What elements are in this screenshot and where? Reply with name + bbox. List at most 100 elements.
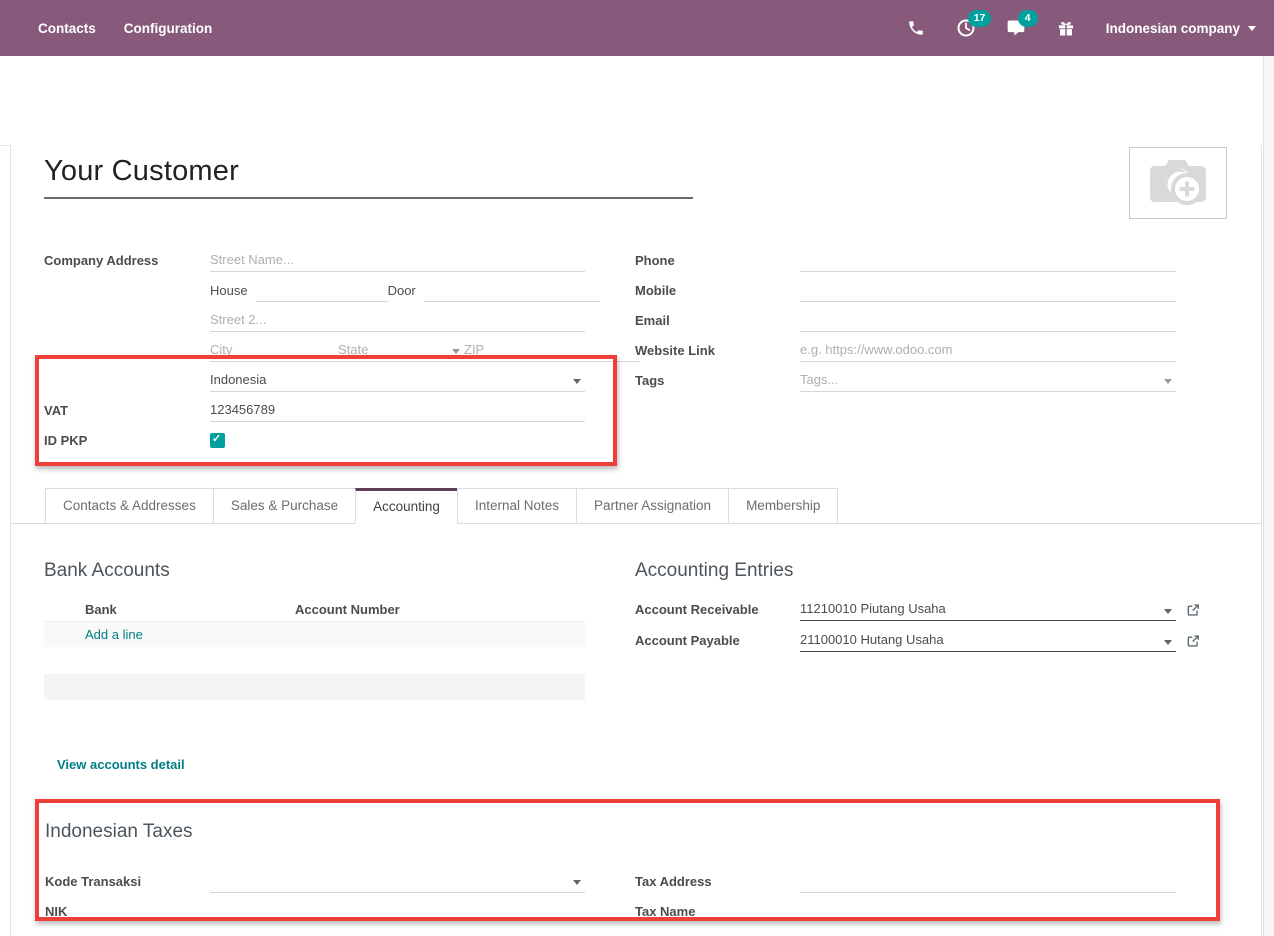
nav-menu: Contacts Configuration <box>0 21 212 36</box>
house-label: House <box>210 283 248 298</box>
menu-contacts[interactable]: Contacts <box>38 21 96 36</box>
account-payable-label: Account Payable <box>635 633 800 648</box>
column-account-number: Account Number <box>295 602 400 617</box>
kode-transaksi-row: Kode Transaksi <box>45 866 585 896</box>
taxes-left-column: Kode Transaksi NIK <box>45 866 585 926</box>
state-input[interactable] <box>338 339 530 362</box>
scrollbar[interactable] <box>1263 56 1274 936</box>
kode-transaksi-input[interactable] <box>210 870 585 893</box>
door-input[interactable] <box>424 279 600 302</box>
account-receivable-input[interactable] <box>800 598 1176 621</box>
accounting-entries-heading: Accounting Entries <box>635 560 1215 582</box>
message-count-badge: 4 <box>1018 10 1038 27</box>
id-pkp-checkbox[interactable] <box>210 433 225 448</box>
external-link-icon[interactable] <box>1186 634 1200 648</box>
add-line-link[interactable]: Add a line <box>85 627 143 642</box>
door-label: Door <box>388 283 416 298</box>
empty-table-band <box>44 674 585 700</box>
column-bank: Bank <box>85 602 295 617</box>
top-navbar: Contacts Configuration 17 4 <box>0 0 1274 56</box>
tax-address-label: Tax Address <box>635 874 800 889</box>
tab-membership[interactable]: Membership <box>728 488 838 524</box>
chevron-down-icon[interactable] <box>573 880 581 885</box>
partner-name-field[interactable]: Your Customer <box>44 155 693 199</box>
account-payable-select[interactable] <box>800 629 1176 652</box>
accounting-entries-section: Accounting Entries Account Receivable Ac… <box>635 560 1215 656</box>
email-label: Email <box>635 313 800 328</box>
tags-select[interactable] <box>800 369 1176 392</box>
account-receivable-select[interactable] <box>800 598 1176 621</box>
chevron-down-icon[interactable] <box>1164 640 1172 645</box>
view-accounts-detail-link[interactable]: View accounts detail <box>57 757 185 772</box>
country-select[interactable] <box>210 369 585 392</box>
nik-row: NIK <box>45 896 585 926</box>
website-input[interactable] <box>800 339 1176 362</box>
tax-address-row: Tax Address <box>635 866 1176 896</box>
kode-transaksi-select[interactable] <box>210 870 585 893</box>
bank-table-header: Bank Account Number <box>44 598 585 622</box>
chevron-down-icon[interactable] <box>1164 609 1172 614</box>
tab-contacts-addresses[interactable]: Contacts & Addresses <box>45 488 214 524</box>
vat-label: VAT <box>44 403 210 418</box>
house-input[interactable] <box>256 279 388 302</box>
tab-internal-notes[interactable]: Internal Notes <box>457 488 577 524</box>
street2-input[interactable] <box>210 309 585 332</box>
id-pkp-label: ID PKP <box>44 433 210 448</box>
account-receivable-label: Account Receivable <box>635 602 800 617</box>
city-state-zip-row <box>44 335 585 365</box>
tags-input[interactable] <box>800 369 1176 392</box>
contact-info-column: Phone Mobile Email Website Link Tags <box>635 245 1176 395</box>
tax-name-label: Tax Name <box>635 904 800 919</box>
country-input[interactable] <box>210 369 585 392</box>
chevron-down-icon[interactable] <box>573 379 581 384</box>
bank-accounts-table: Bank Account Number Add a line <box>44 598 585 700</box>
phone-icon[interactable] <box>906 18 926 38</box>
nik-label: NIK <box>45 904 210 919</box>
email-input[interactable] <box>800 309 1176 332</box>
id-pkp-row: ID PKP <box>44 425 585 455</box>
tax-address-input[interactable] <box>800 870 1176 893</box>
taxes-right-column: Tax Address Tax Name <box>635 866 1176 926</box>
add-line-row: Add a line <box>44 622 585 647</box>
account-payable-row: Account Payable <box>635 625 1215 656</box>
mobile-row: Mobile <box>635 275 1176 305</box>
chevron-down-icon[interactable] <box>1164 379 1172 384</box>
website-row: Website Link <box>635 335 1176 365</box>
bank-accounts-section: Bank Accounts Bank Account Number Add a … <box>44 560 585 700</box>
tags-label: Tags <box>635 373 800 388</box>
external-link-icon[interactable] <box>1186 603 1200 617</box>
kode-transaksi-label: Kode Transaksi <box>45 874 210 889</box>
messages-icon[interactable]: 4 <box>1006 18 1026 38</box>
image-upload-box[interactable] <box>1129 147 1227 219</box>
notebook-tabs: Contacts & Addresses Sales & Purchase Ac… <box>45 488 838 524</box>
gift-icon[interactable] <box>1056 18 1076 38</box>
tags-row: Tags <box>635 365 1176 395</box>
nav-systray: 17 4 Indonesian company <box>906 0 1256 56</box>
account-payable-input[interactable] <box>800 629 1176 652</box>
tab-accounting[interactable]: Accounting <box>355 488 458 524</box>
address-column: Company Address House Door <box>44 245 585 455</box>
menu-configuration[interactable]: Configuration <box>124 21 212 36</box>
company-switcher[interactable]: Indonesian company <box>1106 21 1256 36</box>
country-row <box>44 365 585 395</box>
street-input[interactable] <box>210 249 585 272</box>
camera-plus-icon <box>1145 156 1211 210</box>
vat-input[interactable] <box>210 399 585 422</box>
state-select[interactable] <box>338 339 464 362</box>
company-name: Indonesian company <box>1106 21 1240 36</box>
tab-sales-purchase[interactable]: Sales & Purchase <box>213 488 356 524</box>
bank-accounts-heading: Bank Accounts <box>44 560 585 582</box>
activity-count-badge: 17 <box>968 10 992 27</box>
tax-name-row: Tax Name <box>635 896 1176 926</box>
mobile-label: Mobile <box>635 283 800 298</box>
city-input[interactable] <box>210 339 338 362</box>
street-row: Company Address <box>44 245 585 275</box>
chevron-down-icon[interactable] <box>452 349 460 354</box>
tab-partner-assignation[interactable]: Partner Assignation <box>576 488 729 524</box>
page-title: Your Customer <box>44 155 693 188</box>
activities-icon[interactable]: 17 <box>956 18 976 38</box>
phone-row: Phone <box>635 245 1176 275</box>
phone-input[interactable] <box>800 249 1176 272</box>
mobile-input[interactable] <box>800 279 1176 302</box>
account-receivable-row: Account Receivable <box>635 594 1215 625</box>
